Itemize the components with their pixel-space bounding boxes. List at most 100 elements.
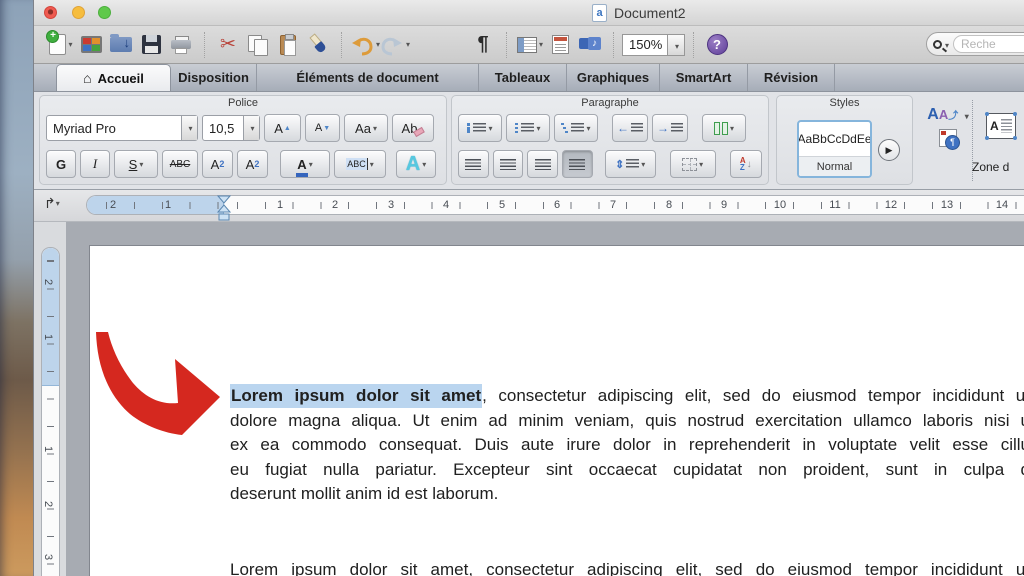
title-bar: a Document2 (34, 0, 1024, 26)
zoom-dropdown-button[interactable] (668, 34, 685, 56)
font-color-button[interactable]: A (280, 150, 330, 178)
brush-icon (303, 29, 334, 60)
toolbar-separator (506, 32, 507, 58)
tab-stop-selector[interactable]: ↱ (44, 195, 60, 212)
sort-button[interactable]: AZ ↓ (730, 150, 763, 178)
underline-button[interactable]: S (114, 150, 158, 178)
toolbar-separator (693, 32, 694, 58)
outline-view-button[interactable] (545, 29, 575, 61)
paragraph-2[interactable]: Lorem ipsum dolor sit amet, consectetur … (230, 558, 1024, 576)
tab-smartart[interactable]: SmartArt (660, 64, 748, 91)
media-browser-button[interactable] (575, 29, 605, 61)
style-name: Normal (799, 156, 870, 176)
change-case-button[interactable]: Aa (344, 114, 388, 142)
shrink-font-button[interactable]: A▼ (305, 114, 340, 142)
numbering-button[interactable] (506, 114, 550, 142)
numbered-list-icon (515, 123, 518, 132)
text-line: deserunt mollit anim id est laborum. (230, 482, 1024, 507)
tab-revision[interactable]: Révision (748, 64, 835, 91)
view-layout-icon (517, 37, 537, 53)
show-formatting-button[interactable]: ¶ (468, 29, 498, 61)
search-icon (933, 40, 942, 49)
line-spacing-button[interactable]: ⇕ (605, 150, 656, 178)
text-box-label: Zone d (972, 160, 1024, 174)
ribbon: Police Myriad Pro 10,5 A▲ A▼ Aa (34, 92, 1024, 190)
gallery-button[interactable] (76, 29, 106, 61)
multilevel-list-button[interactable] (554, 114, 598, 142)
zoom-value-field[interactable]: 150% (622, 34, 668, 56)
multilevel-list-icon (561, 123, 568, 132)
undo-button[interactable] (350, 29, 380, 61)
help-button[interactable]: ? (702, 29, 732, 61)
style-preview-normal[interactable]: AaBbCcDdEe Normal (797, 120, 872, 178)
align-center-button[interactable] (493, 150, 524, 178)
selected-text[interactable]: Lorem ipsum dolor sit amet (230, 384, 482, 408)
strikethrough-button[interactable]: ABC (162, 150, 198, 178)
new-document-button[interactable] (46, 29, 76, 61)
copy-button[interactable] (243, 29, 273, 61)
view-layout-button[interactable] (515, 29, 545, 61)
columns-icon (714, 122, 728, 135)
media-icon (579, 36, 601, 54)
bold-button[interactable]: G (46, 150, 76, 178)
text-box-button[interactable]: A (986, 113, 1016, 139)
close-window-button[interactable] (44, 6, 57, 19)
grow-font-button[interactable]: A▲ (264, 114, 301, 142)
font-size-select[interactable]: 10,5 (202, 115, 260, 141)
outline-doc-icon (552, 35, 569, 54)
tab-graphiques[interactable]: Graphiques (567, 64, 660, 91)
cut-button[interactable]: ✂ (213, 29, 243, 61)
outdent-icon: ← (617, 122, 629, 134)
red-arrow-annotation (87, 326, 232, 456)
group-styles: Styles AaBbCcDdEe Normal ▶ (776, 95, 913, 185)
indent-marker[interactable] (217, 194, 231, 224)
align-left-button[interactable] (458, 150, 489, 178)
align-right-icon (535, 159, 551, 170)
increase-indent-button[interactable]: → (652, 114, 688, 142)
style-preview-text: AaBbCcDdEe (799, 122, 870, 156)
highlight-button[interactable]: ABC (334, 150, 386, 178)
screen: a Document2 ✂ ¶ (0, 0, 1024, 576)
minimize-window-button[interactable] (72, 6, 85, 19)
paragraph-1[interactable]: Lorem ipsum dolor sit amet, consectetur … (230, 384, 1024, 507)
clipboard-icon (280, 35, 296, 55)
align-right-button[interactable] (527, 150, 558, 178)
text-effects-button[interactable]: A (396, 150, 436, 178)
change-styles-button[interactable]: AA⤴ (927, 106, 968, 124)
ruler-row: ↱ 211234567891011121314 (34, 190, 1024, 222)
paste-button[interactable] (273, 29, 303, 61)
search-input[interactable]: Reche (953, 35, 1024, 53)
bullets-button[interactable] (458, 114, 502, 142)
tab-accueil[interactable]: ⌂ Accueil (56, 64, 171, 91)
tab-elements-de-document[interactable]: Éléments de document (257, 64, 479, 91)
search-box[interactable]: Reche (926, 32, 1024, 56)
zoom-control: 150% (622, 34, 685, 56)
tab-disposition[interactable]: Disposition (171, 64, 257, 91)
save-button[interactable] (136, 29, 166, 61)
undo-icon (350, 34, 374, 56)
horizontal-ruler: 211234567891011121314 (86, 195, 1024, 215)
subscript-button[interactable]: A2 (237, 150, 268, 178)
superscript-button[interactable]: A2 (202, 150, 233, 178)
document-canvas: Lorem ipsum dolor sit amet, consectetur … (66, 222, 1024, 576)
manage-styles-button[interactable] (939, 129, 957, 147)
tab-tableaux[interactable]: Tableaux (479, 64, 567, 91)
open-button[interactable] (106, 29, 136, 61)
italic-button[interactable]: I (80, 150, 110, 178)
decrease-indent-button[interactable]: ← (612, 114, 648, 142)
justify-button[interactable] (562, 150, 593, 178)
group-paragraphe-label: Paragraphe (452, 97, 768, 109)
vertical-ruler: 21123 (41, 247, 60, 576)
styles-gallery-expander[interactable]: ▶ (878, 139, 900, 161)
columns-button[interactable] (702, 114, 746, 142)
borders-button[interactable] (670, 150, 716, 178)
font-name-select[interactable]: Myriad Pro (46, 115, 198, 141)
clear-formatting-button[interactable]: Ab (392, 114, 434, 142)
left-gutter: 21123 (34, 222, 66, 576)
format-painter-button[interactable] (303, 29, 333, 61)
redo-button[interactable] (380, 29, 410, 61)
group-police-label: Police (40, 97, 446, 109)
document-page[interactable]: Lorem ipsum dolor sit amet, consectetur … (89, 245, 1024, 576)
print-button[interactable] (166, 29, 196, 61)
zoom-window-button[interactable] (98, 6, 111, 19)
